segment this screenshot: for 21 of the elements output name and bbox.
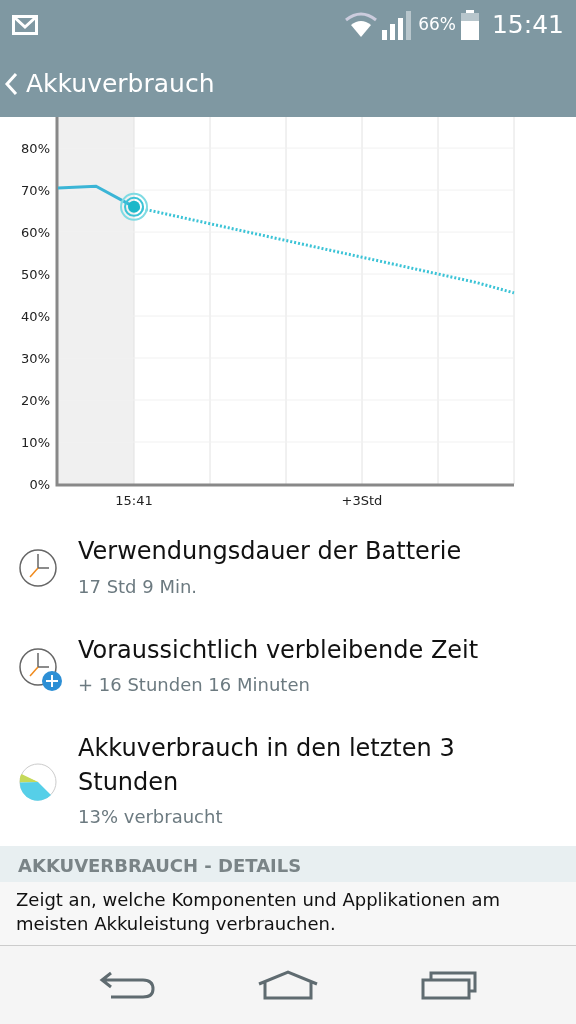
item-title: Verwendungsdauer der Batterie: [78, 536, 462, 567]
y-axis-label: 20%: [21, 393, 50, 408]
y-axis-label: 80%: [21, 141, 50, 157]
x-axis-label: +3Std: [341, 493, 383, 508]
item-title: Akkuverbrauch in den letzten 3 Stunden: [78, 733, 456, 798]
item-title: Voraussichtlich verbleibende Zeit: [78, 634, 479, 666]
clock-time: 15:41: [491, 9, 564, 42]
x-axis-label: 15:41: [115, 493, 153, 508]
item-value: + 16 Stunden 16 Minuten: [78, 673, 311, 698]
item-value: 13% verbraucht: [78, 805, 224, 830]
y-axis-label: 50%: [21, 267, 50, 283]
section-description: Zeigt an, welche Komponenten und Applikationen am meisten Akkuleistung verbrauchen.: [0, 882, 576, 947]
item-value: 17 Std 9 Min.: [78, 574, 199, 599]
y-axis-label: 60%: [21, 225, 50, 241]
y-axis-label: 0%: [29, 477, 50, 492]
y-axis-label: 30%: [21, 351, 50, 367]
section-header: AKKUVERBRAUCH - DETAILS: [0, 846, 576, 883]
y-axis-label: 70%: [21, 183, 50, 199]
y-axis-label: 10%: [21, 435, 50, 450]
y-axis-label: 40%: [21, 309, 50, 325]
battery-percent: 66%: [418, 13, 456, 37]
